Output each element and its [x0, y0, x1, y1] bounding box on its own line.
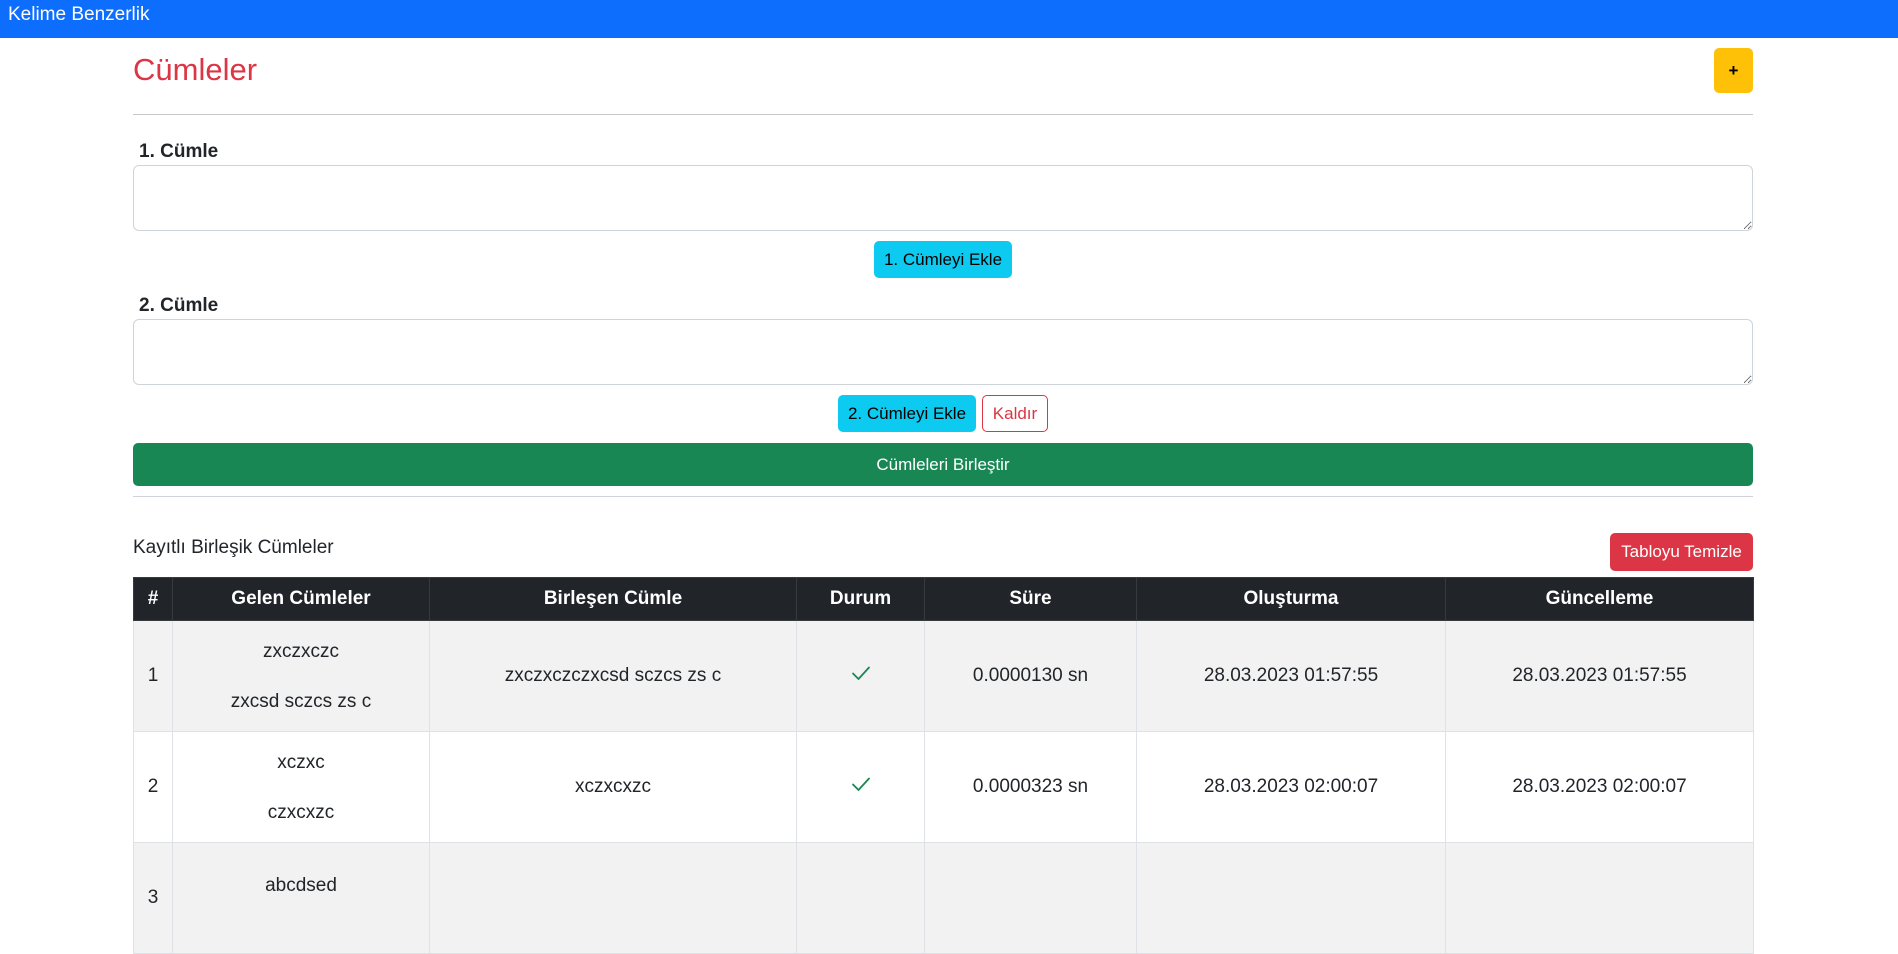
- main-container: Cümleler + 1. Cümle 1. Cümleyi Ekle 2. C…: [133, 38, 1754, 954]
- navbar: Kelime Benzerlik: [0, 0, 1898, 38]
- created-cell: [1136, 842, 1446, 954]
- status-cell: [796, 620, 925, 732]
- column-header: Güncelleme: [1445, 577, 1754, 621]
- page-title: Cümleler: [133, 52, 258, 87]
- records-table: # Gelen Cümleler Birleşen Cümle Durum Sü…: [133, 577, 1754, 954]
- merged-sentence: [429, 842, 797, 954]
- check-icon: [851, 777, 870, 791]
- incoming-sentences: abcdsed: [172, 842, 430, 954]
- sentence1-label: 1. Cümle: [139, 141, 219, 162]
- navbar-brand[interactable]: Kelime Benzerlik: [8, 4, 150, 25]
- incoming-sentence: abcdsed: [265, 875, 337, 896]
- add-sentence2-button[interactable]: 2. Cümleyi Ekle: [838, 395, 976, 432]
- column-header: Süre: [924, 577, 1137, 621]
- form-divider: [133, 496, 1753, 497]
- incoming-sentence: xczxc: [277, 751, 325, 773]
- updated-cell: 28.03.2023 02:00:07: [1445, 731, 1754, 843]
- column-header: Oluşturma: [1136, 577, 1446, 621]
- column-header: Birleşen Cümle: [429, 577, 797, 621]
- updated-cell: 28.03.2023 01:57:55: [1445, 620, 1754, 732]
- merge-sentences-button[interactable]: Cümleleri Birleştir: [133, 443, 1753, 486]
- created-cell: 28.03.2023 01:57:55: [1136, 620, 1446, 732]
- sentence2-input[interactable]: [133, 319, 1753, 385]
- duration-cell: 0.0000323 sn: [924, 731, 1137, 843]
- incoming-sentence: zxcsd sczcs zs c: [230, 690, 372, 712]
- column-header: #: [133, 577, 173, 621]
- row-index: 3: [133, 842, 173, 954]
- table-row: 2 xczxc czxcxzc xczxcxzc 0.0000323 sn 28…: [133, 731, 1754, 843]
- table-row: 1 zxczxczc zxcsd sczcs zs c zxczxczczxcs…: [133, 620, 1754, 732]
- incoming-sentences: zxczxczc zxcsd sczcs zs c: [172, 620, 430, 732]
- column-header: Gelen Cümleler: [172, 577, 430, 621]
- incoming-sentence: zxczxczc: [263, 640, 339, 662]
- clear-table-button[interactable]: Tabloyu Temizle: [1610, 533, 1753, 571]
- status-cell: [796, 731, 925, 843]
- add-button[interactable]: +: [1714, 48, 1753, 93]
- created-cell: 28.03.2023 02:00:07: [1136, 731, 1446, 843]
- duration-cell: 0.0000130 sn: [924, 620, 1137, 732]
- add-sentence1-button[interactable]: 1. Cümleyi Ekle: [874, 241, 1012, 278]
- table-section-title: Kayıtlı Birleşik Cümleler: [133, 537, 334, 558]
- duration-cell: [924, 842, 1137, 954]
- status-cell: [796, 842, 925, 954]
- updated-cell: [1445, 842, 1754, 954]
- row-index: 1: [133, 620, 173, 732]
- merged-sentence: zxczxczczxcsd sczcs zs c: [429, 620, 797, 732]
- remove-sentence-button[interactable]: Kaldır: [982, 395, 1048, 432]
- row-index: 2: [133, 731, 173, 843]
- incoming-sentences: xczxc czxcxzc: [172, 731, 430, 843]
- column-header: Durum: [796, 577, 925, 621]
- table-row: 3 abcdsed: [133, 842, 1754, 954]
- header-row: Cümleler +: [133, 38, 1753, 114]
- header-divider: [133, 114, 1753, 115]
- incoming-sentence: czxcxzc: [267, 801, 335, 823]
- sentence2-label: 2. Cümle: [139, 295, 219, 316]
- table-header-row: # Gelen Cümleler Birleşen Cümle Durum Sü…: [133, 577, 1754, 621]
- check-icon: [851, 666, 870, 680]
- merged-sentence: xczxcxzc: [429, 731, 797, 843]
- sentence1-input[interactable]: [133, 165, 1753, 231]
